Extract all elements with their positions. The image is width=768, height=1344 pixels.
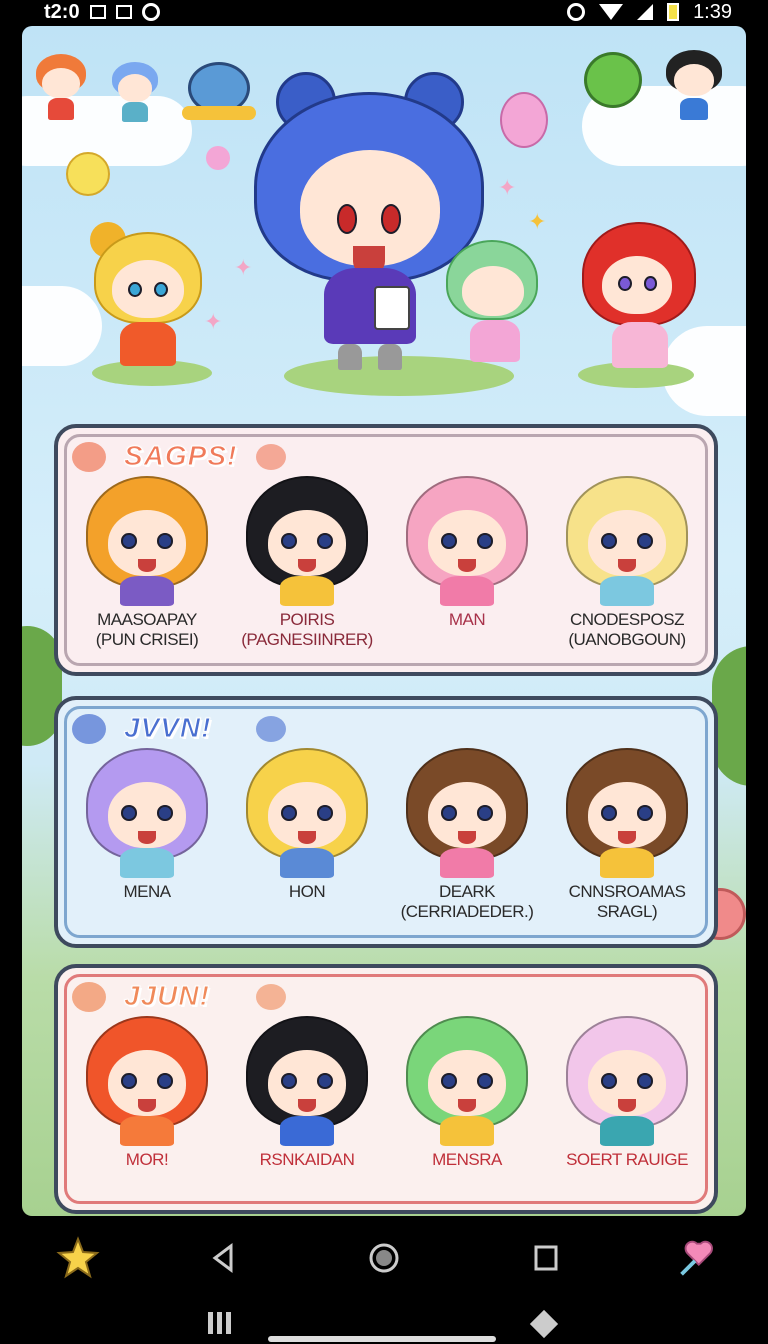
- character-name: SOERT RAUIGE: [566, 1150, 688, 1169]
- character-subtitle: (PUN CRISEI): [95, 630, 199, 649]
- character-subtitle: (PAGNESIINRER): [241, 630, 373, 649]
- pink-bunny-sticker: [500, 92, 548, 148]
- character-name: MAN: [448, 610, 486, 629]
- panel-flower-icon: [256, 984, 286, 1010]
- mini-chibi-sticker: [36, 54, 86, 120]
- panel-title: SAGPS!: [123, 440, 238, 472]
- panel-mascot-icon: [72, 714, 106, 744]
- character-card[interactable]: MENA: [72, 748, 222, 902]
- character-panel: JJUN! MOR! RSNKAIDAN MENSRA SOERT RAUIGE: [54, 964, 718, 1214]
- red-haired-chibi: [582, 222, 696, 372]
- character-portrait: [562, 1016, 692, 1146]
- navigation-bar: [0, 1216, 768, 1300]
- character-name: CNODESPOSZ: [569, 610, 685, 629]
- character-portrait: [562, 748, 692, 878]
- character-name: CNNSROAMAS: [568, 882, 686, 901]
- character-portrait: [402, 1016, 532, 1146]
- home-indicator[interactable]: [268, 1336, 496, 1342]
- character-card[interactable]: MAASOAPAY (PUN CRISEI): [72, 476, 222, 650]
- character-name: MENA: [123, 882, 171, 901]
- gesture-bar: [0, 1300, 768, 1344]
- wifi-icon: [599, 4, 624, 20]
- character-portrait: [242, 748, 372, 878]
- character-card[interactable]: DEARK (CERRIADEDER.): [392, 748, 542, 922]
- star-icon[interactable]: [56, 1236, 100, 1280]
- recents-icon[interactable]: [524, 1236, 568, 1280]
- character-name: RSNKAIDAN: [259, 1150, 355, 1169]
- character-subtitle: (UANOBGOUN): [568, 630, 686, 649]
- mini-chibi-sticker: [666, 50, 722, 122]
- back-icon[interactable]: [202, 1236, 246, 1280]
- character-portrait: [82, 748, 212, 878]
- panel-title: JVVN!: [123, 712, 212, 744]
- character-panel: JVVN! MENA HON DEARK (CERRIADEDER.) CNNSROAMA…: [54, 696, 718, 948]
- character-card[interactable]: MENSRA: [392, 1016, 542, 1170]
- screen-icon: [115, 5, 132, 19]
- yellow-haired-chibi: [90, 222, 206, 372]
- character-portrait: [82, 476, 212, 606]
- character-portrait: [82, 1016, 212, 1146]
- character-card[interactable]: POIRIS (PAGNESIINRER): [232, 476, 382, 650]
- mini-chibi-sticker: [112, 62, 162, 122]
- ring-icon: [141, 3, 160, 21]
- status-time-left: t2:0: [44, 0, 80, 23]
- yellow-bear-sticker: [66, 152, 110, 196]
- character-name: MAASOAPAY: [97, 610, 197, 629]
- menu-lines-icon[interactable]: [208, 1312, 232, 1334]
- green-blob-sticker: [584, 52, 642, 108]
- character-subtitle: SRAGL): [596, 902, 658, 921]
- panel-flower-icon: [256, 444, 286, 470]
- diamond-icon[interactable]: [529, 1309, 559, 1339]
- status-left: t2:0: [44, 0, 160, 24]
- character-card[interactable]: MAN: [392, 476, 542, 630]
- panel-title: JJUN!: [124, 980, 210, 1012]
- character-panel: SAGPS! MAASOAPAY (PUN CRISEI) POIRIS (PAGNES…: [54, 424, 718, 676]
- character-card[interactable]: MOR!: [72, 1016, 222, 1170]
- sparkle-icon: ✦: [204, 310, 223, 335]
- character-name: HON: [288, 882, 326, 901]
- character-portrait: [242, 476, 372, 606]
- character-name: MOR!: [125, 1150, 169, 1169]
- character-portrait: [242, 1016, 372, 1146]
- character-card[interactable]: HON: [232, 748, 382, 902]
- status-right: 1:39: [567, 0, 732, 24]
- pink-flower-sticker: [206, 146, 230, 170]
- sparkle-icon: ✦: [234, 256, 253, 281]
- character-name: MENSRA: [432, 1150, 502, 1169]
- alarm-icon: [567, 3, 586, 21]
- character-card[interactable]: CNODESPOSZ (UANOBGOUN): [552, 476, 702, 650]
- panel-mascot-icon: [72, 442, 106, 472]
- character-card[interactable]: CNNSROAMAS SRAGL): [552, 748, 702, 922]
- sparkle-icon: ✦: [528, 210, 547, 235]
- heart-wand-icon[interactable]: [672, 1236, 716, 1280]
- phone-icon: [89, 5, 106, 19]
- sparkle-icon: ✦: [498, 176, 517, 201]
- character-card[interactable]: SOERT RAUIGE: [552, 1016, 702, 1170]
- character-name: DEARK: [438, 882, 496, 901]
- character-card[interactable]: RSNKAIDAN: [232, 1016, 382, 1170]
- panel-flower-icon: [256, 716, 286, 742]
- character-portrait: [562, 476, 692, 606]
- green-haired-chibi: [446, 240, 542, 370]
- app-screen: ✦ ✦ ✦ ✦ SAGPS! MAASOAPAY (PUN CRISEI) PO…: [22, 26, 746, 1216]
- status-time-right: 1:39: [693, 0, 732, 23]
- status-bar: t2:0 1:39: [0, 0, 768, 24]
- character-subtitle: (CERRIADEDER.): [400, 902, 534, 921]
- character-name: POIRIS: [279, 610, 335, 629]
- panel-mascot-icon: [72, 982, 106, 1012]
- ufo-base: [182, 106, 256, 120]
- character-portrait: [402, 748, 532, 878]
- character-portrait: [402, 476, 532, 606]
- home-icon[interactable]: [362, 1236, 406, 1280]
- battery-icon: [667, 3, 680, 21]
- signal-icon: [637, 4, 654, 20]
